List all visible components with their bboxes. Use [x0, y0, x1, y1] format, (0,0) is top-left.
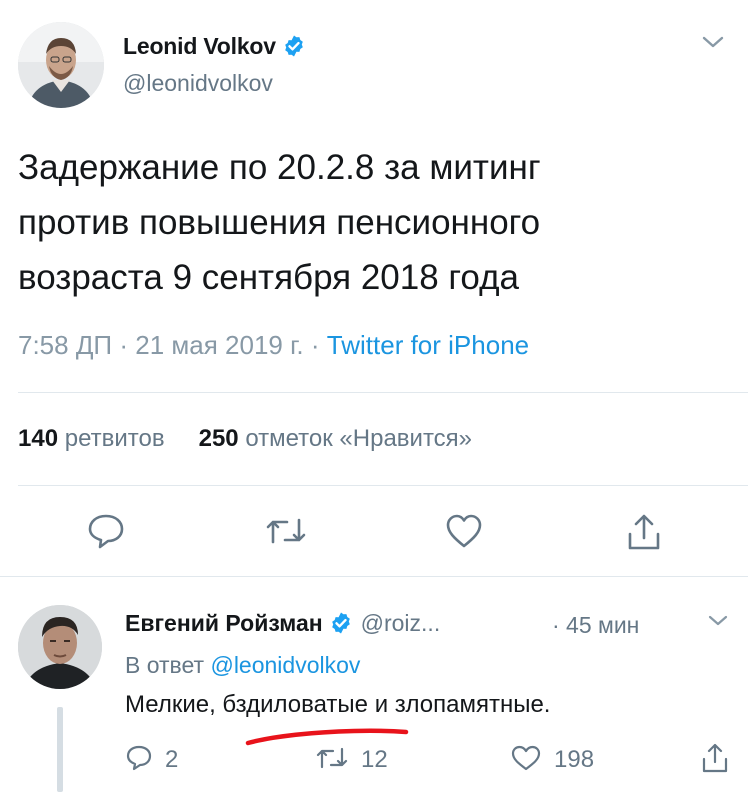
reply-to-line: В ответ @leonidvolkov: [125, 652, 360, 679]
avatar-photo: [18, 22, 104, 108]
reply-author-handle[interactable]: @roiz...: [361, 610, 441, 636]
likes-stat[interactable]: 250 отметок «Нравится»: [199, 425, 472, 452]
tweet-time: 7:58 ДП: [18, 330, 113, 360]
reply-time[interactable]: · 45 мин: [552, 612, 639, 639]
author-avatar[interactable]: [18, 22, 104, 108]
reply-likes-count: 198: [554, 746, 595, 773]
tweet-source-link[interactable]: Twitter for iPhone: [327, 330, 529, 360]
reply-author-avatar[interactable]: [18, 605, 102, 689]
author-name-text: Leonid Volkov: [123, 33, 276, 59]
like-icon: [511, 745, 541, 771]
author-name[interactable]: Leonid Volkov: [123, 33, 306, 64]
retweets-label: ретвитов: [64, 425, 165, 452]
reply-reply-action[interactable]: 2: [125, 744, 178, 774]
verified-badge-icon: [329, 611, 353, 641]
verified-badge-icon: [282, 34, 306, 64]
reply-header: Евгений Ройзман @roiz...: [125, 610, 440, 641]
divider: [0, 576, 748, 577]
chevron-down-icon[interactable]: [700, 32, 726, 57]
divider: [18, 392, 748, 393]
reply-to-prefix: В ответ: [125, 652, 205, 678]
share-icon: [702, 743, 728, 773]
reply-icon[interactable]: [86, 512, 126, 555]
likes-count: 250: [198, 425, 239, 452]
meta-separator: ·: [119, 330, 129, 360]
reply-to-mention[interactable]: @leonidvolkov: [210, 652, 360, 678]
tweet-date[interactable]: 21 мая 2019 г.: [135, 330, 303, 360]
reply-text: Мелкие, бздиловатые и злопамятные.: [125, 691, 551, 718]
tweet-stats: 140 ретвитов 250 отметок «Нравится»: [18, 425, 472, 453]
meta-separator: ·: [310, 330, 320, 360]
retweets-count: 140: [18, 425, 59, 452]
chevron-down-icon[interactable]: [706, 612, 730, 635]
like-icon[interactable]: [444, 512, 484, 555]
retweet-icon[interactable]: [265, 512, 307, 555]
reply-like-action[interactable]: 198: [510, 744, 594, 774]
reply-replies-count: 2: [165, 746, 179, 773]
tweet-meta: 7:58 ДП · 21 мая 2019 г. · Twitter for i…: [18, 330, 529, 361]
tweet-text: Задержание по 20.2.8 за митинг против по…: [18, 148, 541, 297]
reply-retweets-count: 12: [361, 746, 388, 773]
reply-share-action[interactable]: [700, 742, 742, 776]
share-icon[interactable]: [624, 512, 664, 557]
retweets-stat[interactable]: 140 ретвитов: [18, 425, 165, 452]
reply-author-name[interactable]: Евгений Ройзман: [125, 610, 323, 636]
retweet-icon: [316, 747, 348, 769]
avatar-photo: [18, 605, 102, 689]
divider: [18, 485, 748, 486]
thread-connector: [57, 707, 63, 792]
reply-icon: [126, 745, 152, 771]
likes-label: отметок «Нравится»: [245, 425, 473, 452]
reply-retweet-action[interactable]: 12: [315, 744, 388, 774]
author-handle[interactable]: @leonidvolkov: [123, 70, 273, 97]
